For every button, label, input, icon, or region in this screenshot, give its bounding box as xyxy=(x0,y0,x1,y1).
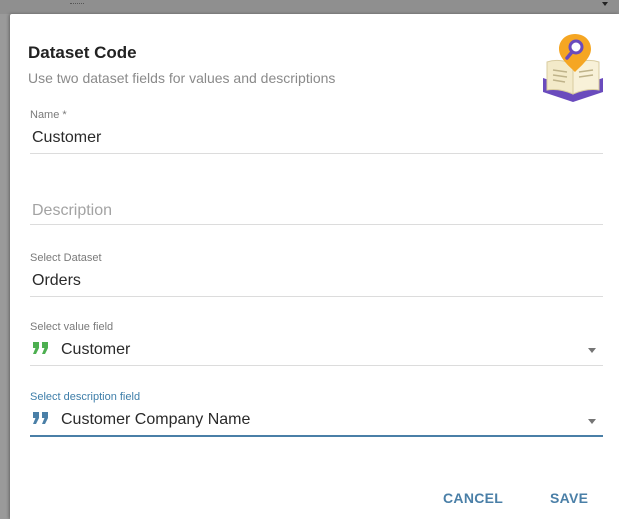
dialog-subtitle: Use two dataset fields for values and de… xyxy=(28,70,336,86)
value-field-select[interactable]: Select value field Customer xyxy=(30,319,603,366)
background-caret-icon xyxy=(602,2,608,6)
name-field-value: Customer xyxy=(32,129,102,146)
description-field-select-label: Select description field xyxy=(30,391,141,403)
book-search-icon xyxy=(543,34,603,102)
quote-icon xyxy=(33,412,48,424)
value-field-select-label: Select value field xyxy=(30,321,114,333)
background-mark xyxy=(70,0,84,4)
description-field[interactable]: Description xyxy=(30,184,603,225)
dataset-code-dialog: Dataset Code Use two dataset fields for … xyxy=(10,14,619,519)
value-field-select-value: Customer xyxy=(61,341,131,358)
dataset-select[interactable]: Select Dataset Orders xyxy=(30,250,603,297)
name-field-label: Name * xyxy=(30,109,67,121)
name-field[interactable]: Name * Customer xyxy=(30,108,603,154)
description-field-placeholder: Description xyxy=(32,202,113,219)
dataset-select-value: Orders xyxy=(32,272,81,289)
description-field-select-value: Customer Company Name xyxy=(61,411,251,428)
quote-icon xyxy=(33,342,48,354)
background-page-strip xyxy=(0,0,619,14)
chevron-down-icon[interactable] xyxy=(588,348,596,353)
chevron-down-icon[interactable] xyxy=(588,419,596,424)
cancel-button[interactable]: CANCEL xyxy=(435,484,511,512)
description-field-select[interactable]: Select description field Customer Compan… xyxy=(30,390,603,437)
save-button[interactable]: SAVE xyxy=(542,484,596,512)
dialog-title: Dataset Code xyxy=(28,43,137,62)
dataset-select-label: Select Dataset xyxy=(30,252,102,264)
